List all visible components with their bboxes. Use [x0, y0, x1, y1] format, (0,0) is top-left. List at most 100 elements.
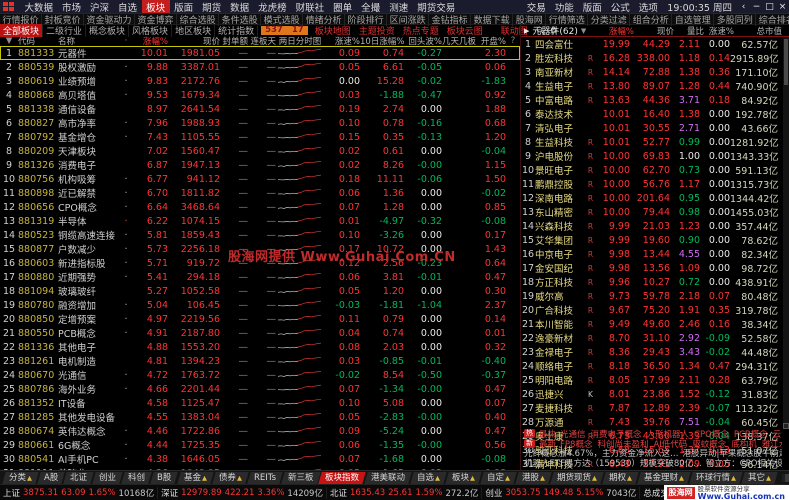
bottom-tab[interactable]: 创业	[93, 472, 123, 484]
table-row[interactable]: 3880619业绩预增·9.832172.76——0.0015.28-0.02-…	[0, 74, 520, 88]
left-header-cell[interactable]: 涨幅%	[130, 35, 168, 47]
scrollbar-thumb[interactable]	[784, 39, 788, 85]
bottom-tab[interactable]: 环球行情▲	[690, 472, 743, 484]
bottom-tab[interactable]: 北证	[64, 472, 94, 484]
concept-item[interactable]: AI低代码	[653, 439, 687, 449]
concept-item[interactable]: 底构机	[731, 439, 757, 449]
right-table-row[interactable]: 2胜宏科技R16.28338.001.180.142915.89亿	[521, 51, 782, 65]
right-table-row[interactable]: 6泰达技术10.0116.401.380.00192.78亿	[521, 107, 782, 121]
index-segment[interactable]: 创业3053.75149.485.15%7043亿	[482, 487, 640, 499]
menu-item[interactable]: 选项	[634, 0, 662, 14]
left-header-cell[interactable]: 现价	[168, 35, 220, 47]
table-row[interactable]: 7880792基金增仓·7.431105.55——0.150.35-0.131.…	[0, 130, 520, 144]
right-table-row[interactable]: 20广合科技R9.6775.201.910.35319.78亿	[521, 303, 782, 317]
table-row[interactable]: 17880880近期强势·5.41294.18——0.063.81-0.010.…	[0, 270, 520, 284]
table-row[interactable]: 13881319半导体·6.221074.15——0.01-4.97-0.32-…	[0, 214, 520, 228]
table-row[interactable]: 2880539股权激励·9.883387.01——0.056.61-0.050.…	[0, 60, 520, 74]
bottom-scrollbar[interactable]	[782, 474, 789, 482]
left-header-cell[interactable]: 涨速%	[324, 35, 360, 47]
bottom-tab[interactable]: 板块指数	[319, 472, 366, 484]
menu-item[interactable]: 龙虎榜	[254, 0, 292, 14]
menu-item[interactable]: 公式	[606, 0, 634, 14]
bottom-tab[interactable]: 港美联动	[365, 472, 412, 484]
concept-item[interactable]: 消费电子概念	[591, 429, 642, 439]
left-header-cell[interactable]: 10日涨幅%	[360, 35, 404, 47]
restore-icon[interactable]: □	[763, 2, 776, 12]
bottom-tab[interactable]: 自选▲	[411, 472, 447, 484]
right-table-row[interactable]: 7清弘电子10.0130.552.710.0043.66亿	[521, 121, 782, 135]
right-table-row[interactable]: 21本川智能R9.4949.602.460.1638.34亿	[521, 317, 782, 331]
concept-item[interactable]: CPO概念	[694, 429, 729, 439]
menu-item[interactable]: 市场	[58, 0, 86, 14]
bottom-tab[interactable]: 基金▲	[177, 472, 213, 484]
news-item[interactable]: 港股异动|苹果概念股午前走高 四季度…	[683, 449, 782, 459]
right-table-row[interactable]: 19威尔高R9.7359.782.180.0780.48亿	[521, 289, 782, 303]
bottom-tab[interactable]: 港股▲	[516, 472, 552, 484]
right-table-row[interactable]: 15艾华集团R9.9919.600.900.0078.62亿	[521, 233, 782, 247]
collapse-icon[interactable]: ‹	[737, 2, 750, 12]
menu-item[interactable]: 圈单	[329, 0, 357, 14]
menu-item[interactable]: 测速	[385, 0, 413, 14]
menu-item[interactable]: 交易	[522, 0, 550, 14]
table-row[interactable]: 16880603新进指标股·5.71919.72——0.122.56-0.230…	[0, 256, 520, 270]
bottom-tab[interactable]: 期货现货▲	[551, 472, 604, 484]
concept-item[interactable]: 驱蚊概念	[692, 439, 726, 449]
left-header-cell[interactable]: 连板天	[248, 35, 276, 47]
left-header-cell[interactable]: 回头波%	[404, 35, 442, 47]
right-table-row[interactable]: 24顺络电子R8.1836.501.340.47294.31亿	[521, 359, 782, 373]
left-header-cell[interactable]: 代码	[18, 35, 58, 47]
menu-item[interactable]: 大数据	[20, 0, 58, 14]
index-segment[interactable]: 上证3875.3163.091.65%10168亿	[0, 487, 158, 499]
right-table-row[interactable]: 8生益科技R10.0152.770.990.001281.92亿	[521, 135, 782, 149]
left-header-cell[interactable]: 几天几板	[442, 35, 468, 47]
table-row[interactable]: 18881094玻璃玻纤5.271052.58——0.051.200.000.3…	[0, 284, 520, 298]
left-header-cell[interactable]: ·	[122, 36, 130, 46]
bottom-tab[interactable]: 科创	[122, 472, 152, 484]
right-table-row[interactable]: 18方正科技R9.9610.270.720.00438.91亿	[521, 275, 782, 289]
right-header-cell[interactable]: 涨速%	[704, 25, 734, 37]
left-header-cell[interactable]: 开盘%	[468, 35, 506, 47]
bottom-tab[interactable]: 板块▲	[446, 472, 482, 484]
table-row[interactable]: 25880786海外业务·4.662201.44——0.07-1.34-0.00…	[0, 382, 520, 396]
right-table-row[interactable]: 4生益电子R13.8089.071.280.44740.90亿	[521, 79, 782, 93]
table-row[interactable]: 22881336其他电子4.881553.20——0.082.030.000.3…	[0, 340, 520, 354]
table-row[interactable]: 21880550PCB概念·4.912187.80——0.040.740.000…	[0, 326, 520, 340]
left-header-cell[interactable]: ?	[506, 36, 520, 46]
right-table-row[interactable]: 13东山精密R10.0079.440.980.001455.03亿	[521, 205, 782, 219]
menu-item[interactable]: 期货交易	[413, 0, 460, 14]
menu-item[interactable]: 功能	[550, 0, 578, 14]
left-header-cell[interactable]: 两日分时图	[276, 35, 324, 47]
concept-item[interactable]: FP8概念	[560, 439, 592, 449]
concept-item[interactable]: 人形机器人	[647, 429, 690, 439]
concept-item[interactable]: 云计算	[773, 429, 782, 439]
right-header-cell[interactable]: 总市值	[734, 25, 782, 37]
table-row[interactable]: 14880523铜缆高速连接·5.811859.43——0.10-3.260.0…	[0, 228, 520, 242]
left-header-cell[interactable]: 名称	[58, 35, 122, 47]
right-table-row[interactable]: 23金禄电子R8.3629.433.43-0.0244.48亿	[521, 345, 782, 359]
right-table-row[interactable]: 25明阳电路R8.0517.992.110.2863.79亿	[521, 373, 782, 387]
right-table-row[interactable]: 22逸豪新材R8.7031.102.92-0.0952.58亿	[521, 331, 782, 345]
table-row[interactable]: 28880674英伟达概念·4.461722.86——0.09-5.240.00…	[0, 424, 520, 438]
table-row[interactable]: 10880756机构吸筹·6.77941.12——0.1811.11-0.061…	[0, 172, 520, 186]
toolbar-item[interactable]: 模式选股	[261, 13, 303, 26]
right-table-row[interactable]: 11鹏鼎控股R10.0056.761.170.001315.73亿	[521, 177, 782, 191]
table-row[interactable]: 298806616G概念·4.441725.35——0.06-1.35-0.00…	[0, 438, 520, 452]
menu-item[interactable]: 期货	[198, 0, 226, 14]
concept-item[interactable]: 雅江水电概念	[762, 439, 782, 449]
table-row[interactable]: 26881352IT设备4.581125.47——0.105.080.000.0…	[0, 396, 520, 410]
news-item[interactable]: 机器人ETF易方达（159530）规模突破80亿…	[524, 458, 702, 468]
index-segment[interactable]: 深证12979.89422.213.36%14209亿	[158, 487, 327, 499]
concept-item[interactable]: 科创尚未盈利	[597, 439, 648, 449]
table-row[interactable]: 4880868高贝塔值·9.531679.34——0.03-1.88-0.470…	[0, 88, 520, 102]
right-table-row[interactable]: 27麦捷科技R7.8712.892.39-0.07113.32亿	[521, 401, 782, 415]
right-table-row[interactable]: 14兴森科技R9.9921.031.230.00357.44亿	[521, 219, 782, 233]
menu-item[interactable]: 板块	[142, 0, 170, 14]
right-table-row[interactable]: 26迅捷兴K8.0123.861.52-0.1231.83亿	[521, 387, 782, 401]
bottom-tab[interactable]: 分类▲	[2, 472, 38, 484]
bottom-tab[interactable]: 债券▲	[212, 472, 248, 484]
right-table-row[interactable]: 1四会富仕19.9944.292.110.0062.57亿	[521, 37, 782, 51]
right-table-row[interactable]: 5中富电路R13.6344.363.710.1884.92亿	[521, 93, 782, 107]
bottom-tab[interactable]: A股	[37, 472, 65, 484]
right-header-cell[interactable]: 量比	[674, 25, 704, 37]
sector-select[interactable]: ▶ 元器件(62) ▼	[521, 24, 600, 37]
